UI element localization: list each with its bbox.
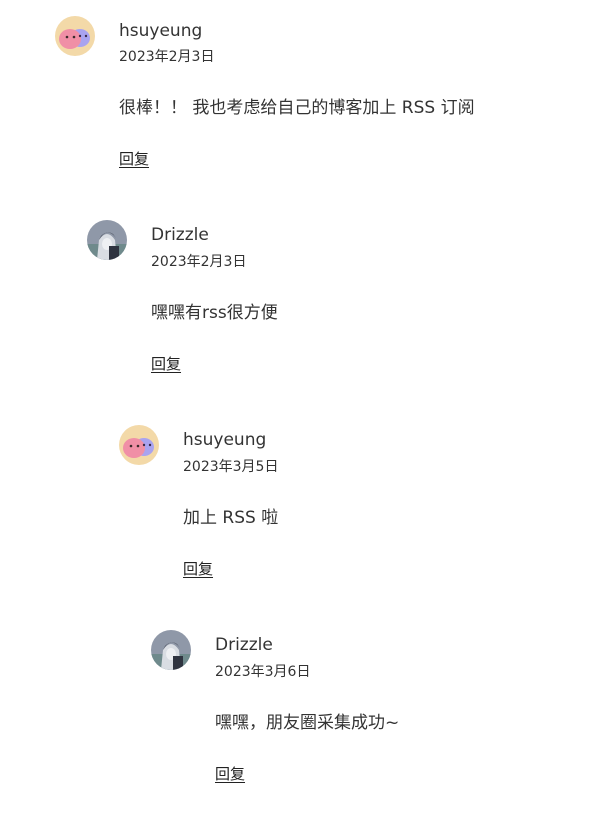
anime-avatar-icon xyxy=(151,630,191,670)
comment-item: Drizzle 2023年2月3日 嘿嘿有rss很方便 回复 xyxy=(0,205,615,410)
comment-text: 很棒！！ 我也考虑给自己的博客加上 RSS 订阅 xyxy=(119,98,475,118)
reply-link[interactable]: 回复 xyxy=(151,355,181,373)
comment-text: 嘿嘿有rss很方便 xyxy=(151,303,278,323)
comment-date: 2023年2月3日 xyxy=(151,254,247,270)
comment-author: Drizzle xyxy=(151,225,209,245)
dango-avatar-icon xyxy=(55,16,95,56)
comment-author: hsuyeung xyxy=(183,430,267,450)
comment-date: 2023年2月3日 xyxy=(119,49,215,65)
reply-link[interactable]: 回复 xyxy=(119,150,149,168)
comment-date: 2023年3月6日 xyxy=(215,664,311,680)
comment-author: hsuyeung xyxy=(119,21,203,41)
comment-item: hsuyeung 2023年2月3日 很棒！！ 我也考虑给自己的博客加上 RSS… xyxy=(0,0,615,205)
comment-item: Drizzle 2023年3月6日 嘿嘿，朋友圈采集成功~ 回复 xyxy=(0,615,615,820)
reply-link[interactable]: 回复 xyxy=(183,560,213,578)
anime-avatar-icon xyxy=(87,220,127,260)
reply-link[interactable]: 回复 xyxy=(215,765,245,783)
dango-avatar-icon xyxy=(119,425,159,465)
comment-author: Drizzle xyxy=(215,635,273,655)
comment-item: hsuyeung 2023年3月5日 加上 RSS 啦 回复 xyxy=(0,410,615,615)
comment-date: 2023年3月5日 xyxy=(183,459,279,475)
comment-text: 加上 RSS 啦 xyxy=(183,508,279,528)
comment-text: 嘿嘿，朋友圈采集成功~ xyxy=(215,713,400,733)
